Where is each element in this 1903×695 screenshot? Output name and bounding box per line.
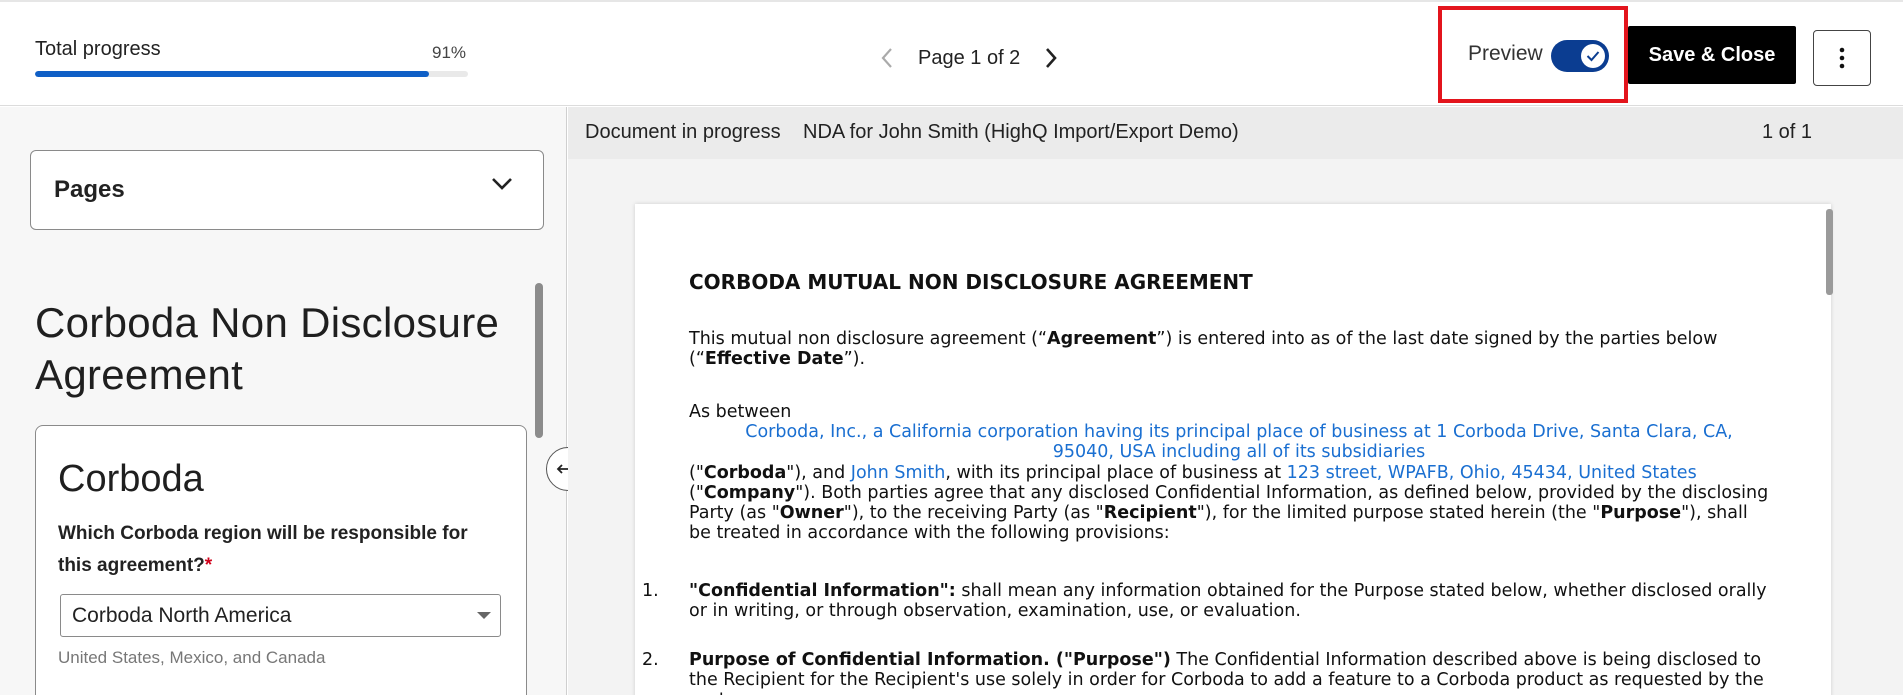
preview-label: Preview bbox=[1468, 42, 1543, 65]
more-options-button[interactable] bbox=[1813, 30, 1871, 86]
required-marker: * bbox=[204, 555, 213, 576]
corboda-section-card: Corboda Which Corboda region will be res… bbox=[35, 425, 527, 695]
progress-bar bbox=[35, 71, 468, 77]
as-between-text: As between bbox=[689, 402, 792, 422]
document-name: NDA for John Smith (HighQ Import/Export … bbox=[803, 121, 1239, 143]
progress-bar-fill bbox=[35, 71, 430, 77]
recipient-name-field[interactable]: John Smith bbox=[851, 463, 946, 483]
document-status: Document in progress bbox=[585, 121, 781, 143]
list-number: 2. bbox=[642, 650, 659, 670]
previous-page-button[interactable] bbox=[870, 41, 904, 75]
caret-down-icon bbox=[477, 612, 491, 619]
vertical-ellipsis-icon bbox=[1839, 47, 1845, 69]
parties-paragraph: ("Corboda"), and John Smith, with its pr… bbox=[689, 463, 1769, 543]
form-title: Corboda Non Disclosure Agreement bbox=[35, 299, 500, 398]
page-indicator: Page 1 of 2 bbox=[918, 46, 1021, 69]
region-question-label: Which Corboda region will be responsible… bbox=[58, 523, 468, 576]
pages-dropdown[interactable]: Pages bbox=[30, 150, 544, 230]
page-navigator: Page 1 of 2 bbox=[870, 38, 1068, 78]
document-count: 1 of 1 bbox=[1762, 121, 1813, 143]
corboda-entity-field[interactable]: Corboda, Inc., a California corporation … bbox=[719, 422, 1759, 462]
progress-label: Total progress bbox=[35, 38, 161, 60]
document-page: CORBODA MUTUAL NON DISCLOSURE AGREEMENT … bbox=[635, 204, 1831, 695]
list-item-confidential-information: "Confidential Information": shall mean a… bbox=[689, 581, 1767, 621]
chevron-right-icon bbox=[1046, 48, 1058, 68]
document-preview-panel: Document in progress NDA for John Smith … bbox=[568, 107, 1903, 695]
header-bar: Total progress 91% Page 1 of 2 Preview S… bbox=[0, 4, 1903, 106]
form-scrollbar[interactable] bbox=[535, 283, 543, 438]
chevron-left-icon bbox=[881, 48, 892, 68]
pages-dropdown-label: Pages bbox=[54, 176, 125, 203]
document-heading: CORBODA MUTUAL NON DISCLOSURE AGREEMENT bbox=[689, 270, 1253, 294]
save-and-close-button[interactable]: Save & Close bbox=[1628, 26, 1796, 84]
next-page-button[interactable] bbox=[1034, 41, 1068, 75]
list-number: 1. bbox=[642, 581, 659, 601]
section-title: Corboda bbox=[58, 458, 204, 500]
toggle-knob bbox=[1581, 44, 1605, 68]
region-hint: United States, Mexico, and Canada bbox=[58, 648, 326, 667]
region-select-value: Corboda North America bbox=[72, 604, 292, 627]
document-info-bar: Document in progress NDA for John Smith … bbox=[568, 107, 1903, 159]
recipient-address-field[interactable]: 123 street, WPAFB, Ohio, 45434, United S… bbox=[1287, 463, 1697, 483]
preview-toggle[interactable] bbox=[1551, 40, 1609, 72]
region-select[interactable]: Corboda North America bbox=[60, 594, 501, 637]
form-panel: Pages Corboda Non Disclosure Agreement C… bbox=[0, 107, 567, 695]
intro-paragraph: This mutual non disclosure agreement (“A… bbox=[689, 329, 1718, 369]
list-item-purpose: Purpose of Confidential Information. ("P… bbox=[689, 650, 1764, 695]
chevron-down-icon bbox=[492, 178, 512, 190]
progress-percent: 91% bbox=[432, 43, 467, 62]
check-icon bbox=[1586, 51, 1600, 62]
document-scrollbar[interactable] bbox=[1826, 209, 1833, 295]
